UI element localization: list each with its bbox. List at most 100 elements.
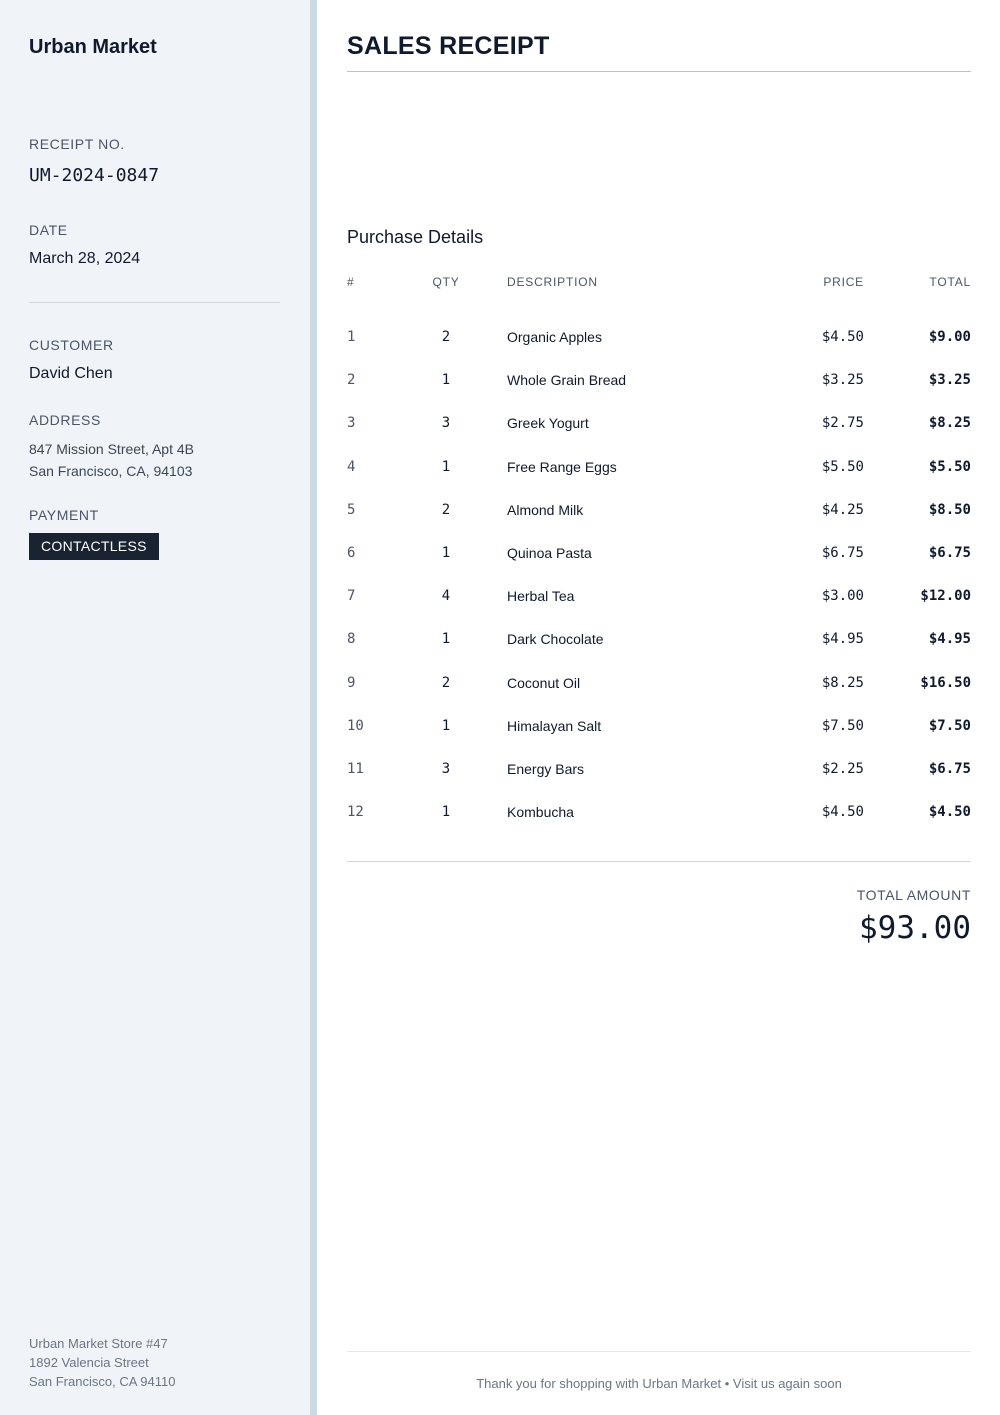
- item-price: $4.95: [821, 631, 864, 648]
- column-header-price: PRICE: [823, 275, 864, 289]
- item-price: $2.25: [821, 761, 864, 777]
- receipt-sidebar: Urban Market RECEIPT NO. UM-2024-0847 DA…: [0, 0, 310, 1415]
- item-quantity: 2: [441, 501, 451, 518]
- table-row: 9 2 Coconut Oil $8.25 $16.50: [347, 673, 971, 693]
- item-price: $6.75: [821, 545, 864, 561]
- column-header-description: DESCRIPTION: [507, 275, 598, 289]
- payment-method-badge: CONTACTLESS: [29, 533, 159, 560]
- receipt-number: UM-2024-0847: [29, 165, 160, 186]
- footer-divider: [347, 1351, 971, 1352]
- item-description: Whole Grain Bread: [507, 372, 627, 389]
- item-number: 2: [347, 372, 356, 389]
- section-title: Purchase Details: [347, 227, 484, 247]
- total-amount-label: TOTAL AMOUNT: [856, 887, 971, 903]
- store-brand: Urban Market: [29, 36, 157, 58]
- item-total: $16.50: [920, 674, 971, 691]
- column-header-number: #: [347, 275, 355, 289]
- item-total: $12.00: [920, 588, 971, 605]
- payment-label: PAYMENT: [29, 507, 99, 523]
- title-divider: [347, 71, 971, 72]
- table-row: 4 1 Free Range Eggs $5.50 $5.50: [347, 457, 971, 477]
- page-title: SALES RECEIPT: [347, 32, 550, 60]
- store-info: Urban Market Store #47 1892 Valencia Str…: [29, 1334, 175, 1391]
- table-row: 11 3 Energy Bars $2.25 $6.75: [347, 759, 971, 779]
- item-total: $8.50: [928, 501, 971, 518]
- item-total: $5.50: [928, 458, 971, 475]
- total-amount: $93.00: [859, 910, 971, 946]
- item-total: $3.25: [928, 372, 971, 389]
- item-price: $4.25: [821, 501, 864, 518]
- address-line-1: 847 Mission Street, Apt 4B: [29, 441, 194, 457]
- receipt-date: March 28, 2024: [29, 250, 141, 267]
- item-quantity: 1: [441, 372, 451, 389]
- item-price: $3.00: [821, 588, 864, 605]
- customer-label: CUSTOMER: [29, 337, 114, 353]
- item-price: $4.50: [821, 329, 864, 345]
- column-header-qty: QTY: [432, 275, 460, 289]
- table-row: 3 3 Greek Yogurt $2.75 $8.25: [347, 413, 971, 433]
- item-number: 6: [347, 545, 356, 561]
- item-number: 12: [347, 804, 364, 821]
- address-line-2: San Francisco, CA, 94103: [29, 463, 193, 479]
- table-row: 8 1 Dark Chocolate $4.95 $4.95: [347, 629, 971, 649]
- address-label: ADDRESS: [29, 412, 101, 428]
- customer-address: 847 Mission Street, Apt 4B San Francisco…: [29, 438, 194, 482]
- item-quantity: 3: [441, 761, 451, 777]
- item-price: $3.25: [821, 372, 864, 389]
- item-total: $6.75: [928, 761, 971, 777]
- item-quantity: 1: [441, 458, 451, 475]
- item-description: Herbal Tea: [507, 588, 575, 605]
- item-quantity: 2: [441, 329, 451, 345]
- item-price: $5.50: [821, 458, 864, 475]
- store-line-3: San Francisco, CA 94110: [29, 1374, 176, 1389]
- table-row: 1 2 Organic Apples $4.50 $9.00: [347, 327, 971, 347]
- table-row: 6 1 Quinoa Pasta $6.75 $6.75: [347, 543, 971, 563]
- store-line-1: Urban Market Store #47: [29, 1336, 168, 1351]
- receipt-number-label: RECEIPT NO.: [29, 136, 125, 152]
- item-description: Kombucha: [507, 804, 574, 821]
- item-number: 8: [347, 631, 356, 648]
- footer-message: Thank you for shopping with Urban Market…: [476, 1376, 842, 1391]
- item-number: 5: [347, 501, 356, 518]
- item-total: $6.75: [928, 545, 971, 561]
- item-description: Energy Bars: [507, 761, 585, 777]
- date-label: DATE: [29, 222, 68, 238]
- item-quantity: 1: [441, 804, 451, 821]
- item-number: 11: [347, 761, 364, 777]
- item-total: $4.95: [928, 631, 971, 648]
- item-quantity: 1: [441, 631, 451, 648]
- table-row: 7 4 Herbal Tea $3.00 $12.00: [347, 586, 971, 606]
- customer-name: David Chen: [29, 365, 113, 382]
- column-header-total: TOTAL: [929, 275, 971, 289]
- table-row: 2 1 Whole Grain Bread $3.25 $3.25: [347, 370, 971, 390]
- item-description: Free Range Eggs: [507, 458, 617, 475]
- item-description: Coconut Oil: [507, 674, 581, 691]
- item-quantity: 1: [441, 717, 451, 734]
- item-number: 3: [347, 415, 356, 432]
- item-number: 10: [347, 717, 364, 734]
- item-quantity: 4: [441, 588, 451, 605]
- item-description: Himalayan Salt: [507, 717, 602, 734]
- store-line-2: 1892 Valencia Street: [29, 1355, 149, 1370]
- item-price: $7.50: [821, 717, 864, 734]
- item-description: Almond Milk: [507, 501, 584, 518]
- item-description: Quinoa Pasta: [507, 545, 592, 561]
- item-quantity: 3: [441, 415, 451, 432]
- item-total: $7.50: [928, 717, 971, 734]
- item-description: Greek Yogurt: [507, 415, 589, 432]
- table-row: 12 1 Kombucha $4.50 $4.50: [347, 802, 971, 822]
- table-divider: [347, 861, 971, 862]
- item-total: $4.50: [928, 804, 971, 821]
- sidebar-divider: [29, 302, 280, 303]
- item-price: $8.25: [821, 674, 864, 691]
- item-quantity: 1: [441, 545, 451, 561]
- item-number: 1: [347, 329, 356, 345]
- table-row: 10 1 Himalayan Salt $7.50 $7.50: [347, 716, 971, 736]
- item-total: $8.25: [928, 415, 971, 432]
- item-number: 4: [347, 458, 356, 475]
- item-price: $4.50: [821, 804, 864, 821]
- item-price: $2.75: [821, 415, 864, 432]
- sidebar-edge: [310, 0, 317, 1415]
- item-quantity: 2: [441, 674, 451, 691]
- item-total: $9.00: [928, 329, 971, 345]
